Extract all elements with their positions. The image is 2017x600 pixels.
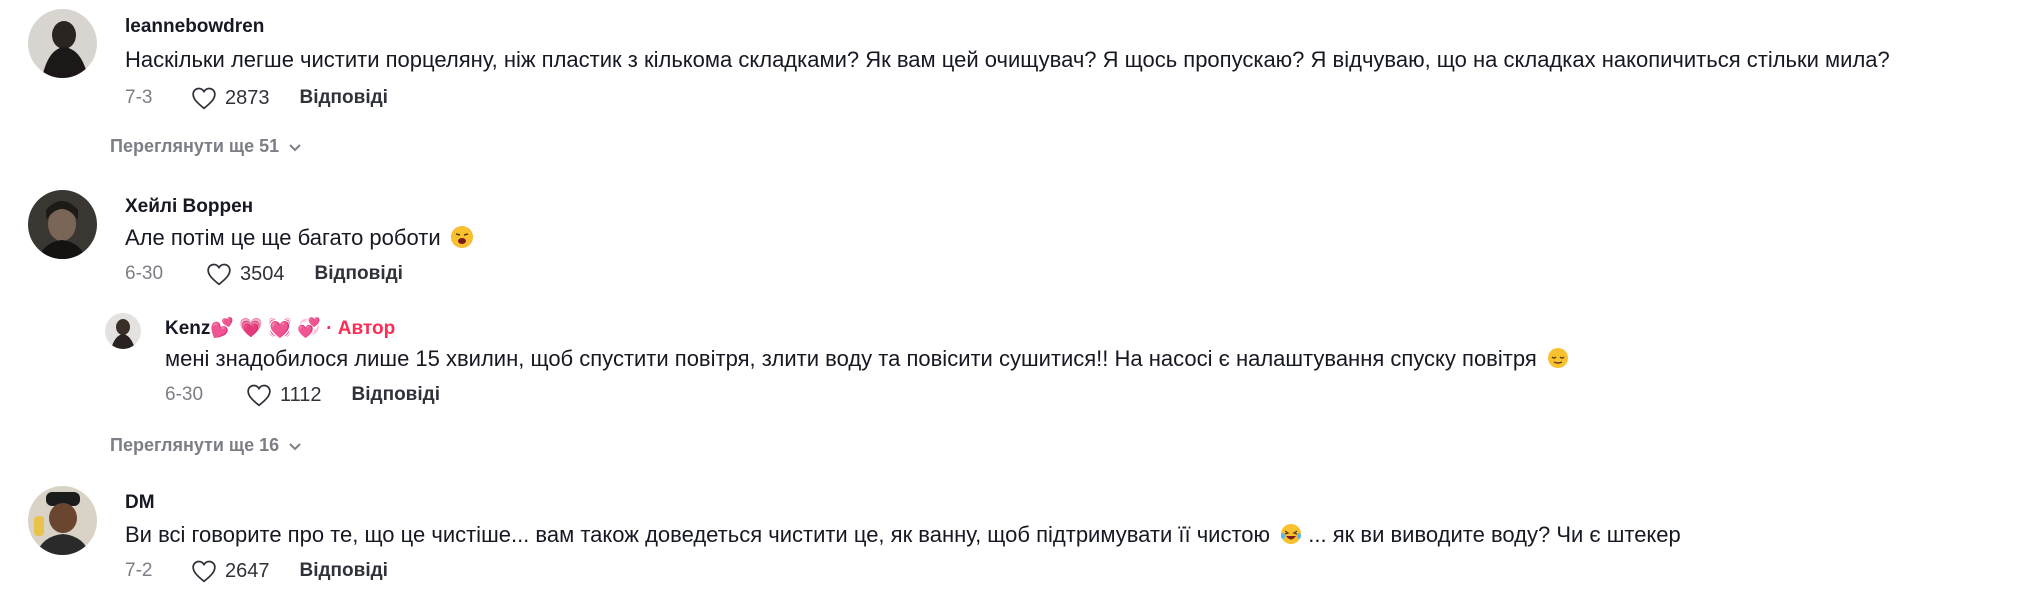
comment-date: 7-2 [125, 560, 153, 581]
comment-username[interactable]: DM [125, 492, 155, 514]
reply-button[interactable]: Відповіді [352, 384, 440, 406]
like-count: 3504 [240, 262, 285, 285]
comment-username[interactable]: leannebowdren [125, 16, 264, 38]
heart-icon [192, 560, 216, 583]
heart-icon [192, 87, 216, 110]
heart-icon [207, 263, 231, 286]
comment-text-body: Ви всі говорите про те, що це чистіше...… [125, 522, 1271, 547]
like-button[interactable]: 3504 [206, 262, 285, 286]
comment-text: Але потім це ще багато роботи [125, 225, 473, 251]
reply-button[interactable]: Відповіді [300, 560, 388, 582]
comment-date: 6-30 [125, 263, 164, 284]
comment-username[interactable]: Хейлі Воррен [125, 196, 253, 218]
view-more-label: Переглянути ще 16 [110, 435, 280, 455]
like-button[interactable]: 2647 [191, 559, 270, 583]
chevron-down-icon [289, 442, 301, 450]
comment-text: Ви всі говорите про те, що це чистіше...… [125, 522, 1681, 548]
view-more-replies[interactable]: Переглянути ще 16 [110, 435, 303, 456]
avatar[interactable] [28, 486, 97, 555]
comment-meta: 7-2 2647 Відповіді [125, 559, 388, 583]
heart-icon [247, 384, 271, 407]
reply-date: 6-30 [165, 384, 204, 405]
avatar[interactable] [28, 190, 97, 259]
weary-face-emoji-icon [450, 226, 473, 248]
author-badge: · Автор [326, 318, 396, 339]
like-button[interactable]: 2873 [191, 86, 270, 110]
avatar[interactable] [105, 313, 141, 349]
avatar[interactable] [28, 9, 97, 78]
laughing-face-emoji-icon [1280, 523, 1302, 545]
view-more-label: Переглянути ще 51 [110, 136, 280, 156]
like-count: 1112 [280, 383, 322, 406]
reply-text: мені знадобилося лише 15 хвилин, щоб спу… [165, 346, 1569, 372]
reply-username[interactable]: Kenz [165, 318, 210, 339]
reply-button[interactable]: Відповіді [300, 87, 388, 109]
reply-meta: 6-30 1112 Відповіді [165, 383, 440, 407]
like-count: 2647 [225, 559, 270, 582]
relieved-face-emoji-icon [1547, 347, 1569, 369]
comment-text: Наскільки легше чистити порцеляну, ніж п… [125, 47, 1890, 72]
comment-meta: 7-3 2873 Відповіді [125, 86, 388, 110]
comment-text-tail: ... як ви виводите воду? Чи є штекер [1308, 522, 1681, 547]
reply-text-body: мені знадобилося лише 15 хвилин, щоб спу… [165, 346, 1537, 371]
reply-username-row: Kenz💕 💗 💓 💞 · Автор [165, 316, 395, 340]
like-count: 2873 [225, 86, 270, 109]
chevron-down-icon [289, 143, 301, 151]
hearts-emoji-icon: 💕 💗 💓 💞 [210, 318, 321, 339]
view-more-replies[interactable]: Переглянути ще 51 [110, 136, 303, 157]
comment-date: 7-3 [125, 87, 153, 108]
comment-meta: 6-30 3504 Відповіді [125, 262, 403, 286]
like-button[interactable]: 1112 [246, 383, 322, 407]
comment-text-body: Але потім це ще багато роботи [125, 225, 441, 250]
reply-button[interactable]: Відповіді [315, 263, 403, 285]
